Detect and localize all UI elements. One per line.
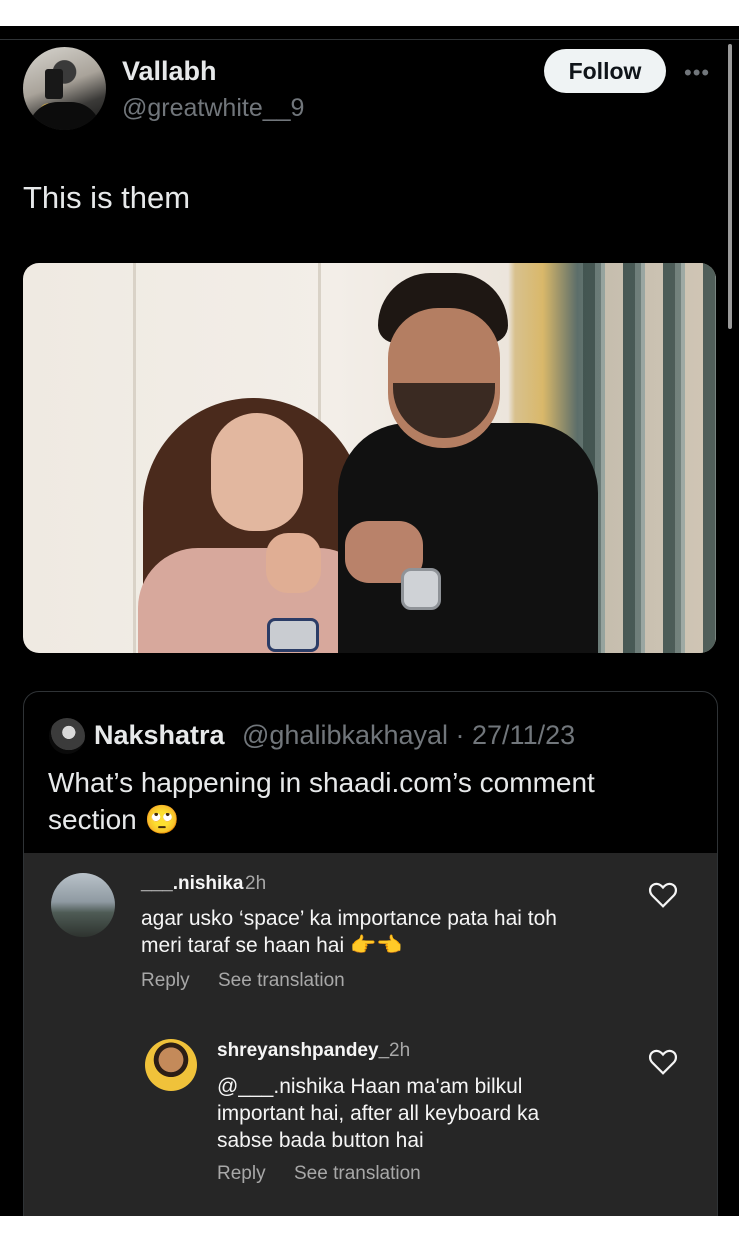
avatar-shirt: [28, 102, 101, 130]
comment-text: agar usko ‘space’ ka importance pata hai…: [141, 907, 557, 930]
comment-text: meri taraf se haan hai 👉👈: [141, 934, 403, 957]
author-handle[interactable]: @greatwhite__9: [122, 94, 304, 123]
post-text: This is them: [23, 180, 191, 215]
comment-text: important hai, after all keyboard ka: [217, 1102, 540, 1125]
photo-curtain: [583, 263, 716, 653]
comment-username: shreyanshpandey_: [217, 1040, 390, 1061]
more-options-icon[interactable]: •••: [684, 60, 710, 86]
comment-see-translation: See translation: [218, 970, 345, 991]
photo-person-face: [211, 413, 303, 531]
comment-time: 2h: [389, 1040, 411, 1061]
author-name[interactable]: Vallabh: [122, 56, 217, 87]
comment-avatar: [51, 873, 115, 937]
quoted-author-name: Nakshatra: [94, 720, 225, 750]
comment-text: sabse bada button hai: [217, 1129, 424, 1152]
comment-reply: Reply: [141, 970, 190, 991]
comment-reply: Reply: [217, 1163, 266, 1184]
wall-panel-line: [133, 263, 136, 653]
follow-button[interactable]: Follow: [544, 49, 666, 93]
photo-watch: [401, 568, 441, 610]
quoted-screenshot-comments: ___.nishika 2h agar usko ‘space’ ka impo…: [24, 853, 717, 1216]
comment-time: 2h: [245, 873, 267, 894]
photo-fist: [266, 533, 321, 593]
post-photo[interactable]: [23, 263, 716, 653]
author-avatar[interactable]: [23, 47, 106, 130]
top-divider: [0, 39, 739, 40]
quoted-post-text: What’s happening in shaadi.com’s comment…: [48, 767, 595, 835]
comment-see-translation: See translation: [294, 1163, 421, 1184]
quoted-post[interactable]: Nakshatra @ghalibkakhayal · 27/11/23 Wha…: [23, 691, 718, 1216]
scrollbar[interactable]: [728, 44, 732, 329]
heart-icon: [648, 882, 678, 908]
photo-watch: [267, 618, 319, 652]
post-screen: Vallabh @greatwhite__9 Follow ••• This i…: [0, 26, 739, 1216]
comment-username: ___.nishika: [141, 873, 244, 894]
quoted-author-avatar: [49, 718, 85, 754]
comment-text: @___.nishika Haan ma'am bilkul: [217, 1075, 523, 1098]
avatar-phone: [45, 69, 63, 99]
quoted-author-meta: @ghalibkakhayal · 27/11/23: [242, 720, 576, 750]
heart-icon: [648, 1049, 678, 1075]
comment-avatar: [145, 1039, 197, 1091]
